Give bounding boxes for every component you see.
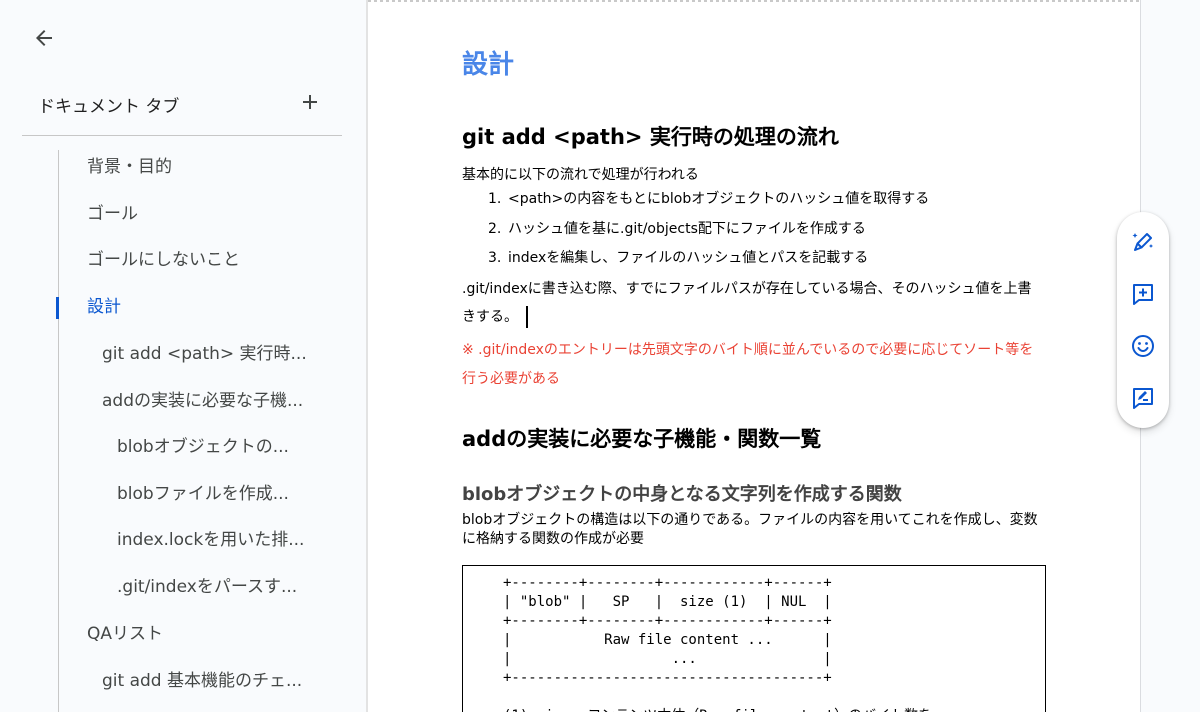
outline-item-blob-file[interactable]: blobファイルを作成... (117, 474, 289, 514)
doc-title-heading: 設計 (462, 50, 515, 80)
document-tabs-sidebar: ドキュメント タブ 背景・目的 ゴール ゴールにしないこと 設計 git add… (0, 0, 366, 712)
overwrite-paragraph-text: きする。 (462, 309, 518, 325)
note-line1: ※ .git/indexのエントリーは先頭文字のバイト順に並んでいるので必要に応… (462, 342, 1034, 358)
sidebar-divider (22, 135, 342, 136)
plus-icon (303, 95, 317, 109)
step-number: 2. (488, 221, 502, 237)
outline-item-design[interactable]: 設計 (87, 287, 121, 327)
outline-active-marker (56, 297, 59, 319)
document-tabs-label: ドキュメント タブ (38, 97, 180, 117)
outline-item-goal[interactable]: ゴール (87, 194, 138, 234)
emoji-icon (1132, 335, 1154, 357)
magic-pen-icon (1132, 233, 1153, 251)
outline-item-git-add-check[interactable]: git add 基本機能のチェ... (102, 661, 302, 701)
arrow-left-icon (36, 30, 52, 46)
add-comment-button[interactable] (1127, 278, 1159, 310)
outline-item-parse-index[interactable]: .git/indexをパースす... (117, 567, 297, 607)
document-tabs-header: ドキュメント タブ (38, 88, 338, 118)
intro-paragraph: 基本的に以下の流れで処理が行われる (462, 167, 699, 183)
overwrite-paragraph-line2: きする。 (462, 306, 528, 328)
back-button[interactable] (28, 22, 60, 54)
floating-action-bar (1117, 212, 1169, 428)
suggest-edit-icon (1133, 388, 1153, 409)
section2-heading: addの実装に必要な子機能・関数一覧 (462, 427, 822, 451)
help-me-write-button[interactable] (1127, 226, 1159, 258)
add-comment-icon (1133, 284, 1153, 305)
suggest-edits-button[interactable] (1127, 382, 1159, 414)
overwrite-paragraph-line1: .git/indexに書き込む際、すでにファイルパスが存在している場合、そのハッ… (462, 281, 1032, 297)
outline-item-blob-object[interactable]: blobオブジェクトの... (117, 427, 289, 467)
add-tab-button[interactable] (296, 88, 324, 116)
add-emoji-reaction-button[interactable] (1127, 330, 1159, 362)
step-item: 2. ハッシュ値を基に.git/objects配下にファイルを作成する (488, 218, 866, 238)
subsection-heading: blobオブジェクトの中身となる文字列を作成する関数 (462, 484, 902, 505)
outline-item-git-add-flow[interactable]: git add <path> 実行時... (102, 334, 307, 374)
document-page[interactable]: 設計 git add <path> 実行時の処理の流れ 基本的に以下の流れで処理… (368, 0, 1141, 712)
page-top-edge (368, 0, 1140, 2)
section1-heading: git add <path> 実行時の処理の流れ (462, 125, 839, 149)
outline-item-add-subfunctions[interactable]: addの実装に必要な子機... (102, 381, 303, 421)
subsection-paragraph-line1: blobオブジェクトの構造は以下の通りである。ファイルの内容を用いてこれを作成し… (462, 512, 1038, 528)
outline-item-background[interactable]: 背景・目的 (87, 147, 172, 187)
step-number: 1. (488, 191, 502, 207)
outline-guide-line (58, 150, 59, 712)
outline-item-qa-list[interactable]: QAリスト (87, 614, 163, 654)
note-line2: 行う必要がある (462, 371, 560, 387)
outline-item-non-goal[interactable]: ゴールにしないこと (87, 240, 240, 280)
subsection-paragraph-line2: に格納する関数の作成が必要 (462, 531, 644, 547)
step-number: 3. (488, 250, 502, 266)
text-cursor (526, 306, 528, 328)
code-block: +--------+--------+------------+------+ … (462, 565, 1046, 712)
step-text: <path>の内容をもとにblobオブジェクトのハッシュ値を取得する (508, 191, 930, 207)
step-item: 3. indexを編集し、ファイルのハッシュ値とパスを記載する (488, 247, 868, 267)
step-item: 1. <path>の内容をもとにblobオブジェクトのハッシュ値を取得する (488, 188, 929, 208)
step-text: indexを編集し、ファイルのハッシュ値とパスを記載する (508, 250, 869, 266)
step-text: ハッシュ値を基に.git/objects配下にファイルを作成する (508, 221, 866, 237)
outline-item-index-lock[interactable]: index.lockを用いた排... (117, 520, 304, 560)
code-block-text: +--------+--------+------------+------+ … (503, 575, 932, 712)
